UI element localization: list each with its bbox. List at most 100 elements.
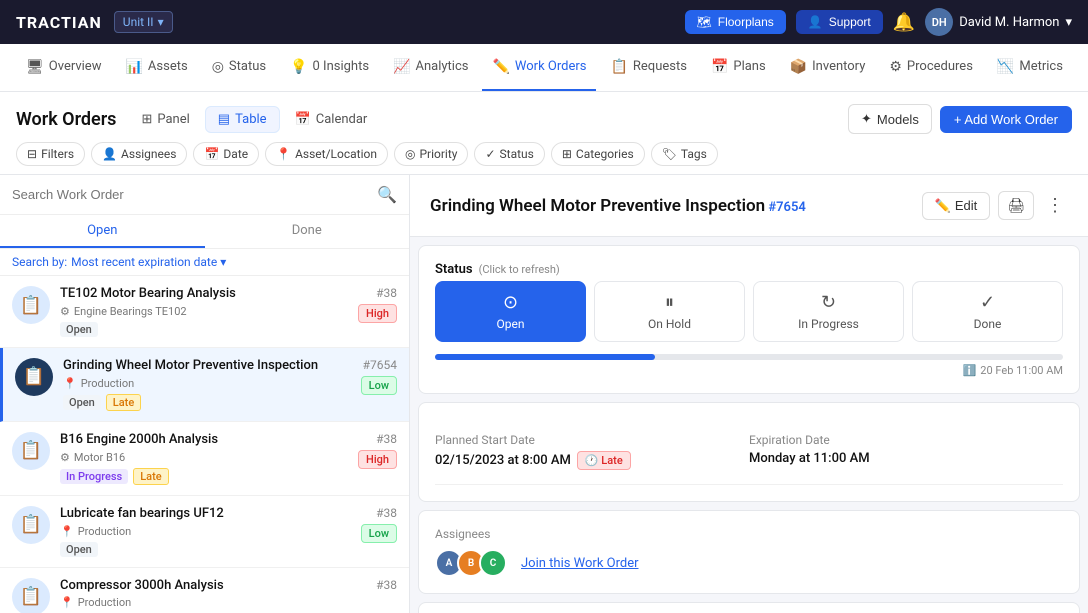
join-workorder-link[interactable]: Join this Work Order xyxy=(521,556,639,571)
tab-panel[interactable]: ⊞ Panel xyxy=(128,106,202,133)
tab-table[interactable]: ▤ Table xyxy=(205,106,280,133)
floorplans-icon: 🗺 xyxy=(697,15,712,29)
filter-chip-categories[interactable]: ⊞ Categories xyxy=(551,142,645,166)
wo-item-location: 📍 Production xyxy=(60,525,351,538)
filter-chip-assignees[interactable]: 👤 Assignees xyxy=(91,142,187,166)
overview-icon: 🖥 xyxy=(26,59,44,75)
wo-number: #38 xyxy=(376,578,397,592)
categories-filter-icon: ⊞ xyxy=(562,147,572,161)
analytics-icon: 📈 xyxy=(393,59,410,75)
expiration-cell: Expiration Date Monday at 11:00 AM xyxy=(749,419,1063,485)
wo-item-title: Compressor 3000h Analysis xyxy=(60,578,366,595)
wo-item-body: Lubricate fan bearings UF12 📍 Production… xyxy=(60,506,351,557)
print-icon: 🖨 xyxy=(1007,197,1025,213)
status-icon: ◎ xyxy=(212,59,224,75)
status-tab-onhold[interactable]: ⏸ On Hold xyxy=(594,281,745,342)
wo-list: 📋 TE102 Motor Bearing Analysis ⚙ Engine … xyxy=(0,276,409,613)
user-chevron-icon: ▾ xyxy=(1065,15,1072,30)
wo-actions: ✦ Models + Add Work Order xyxy=(848,104,1072,134)
user-name: David M. Harmon xyxy=(959,15,1059,30)
tab-open[interactable]: Open xyxy=(0,215,205,248)
nav-label-workorders: Work Orders xyxy=(515,59,587,74)
filter-bar: ⊟ Filters 👤 Assignees 📅 Date 📍 Asset/Loc… xyxy=(0,134,1088,175)
filter-chip-status[interactable]: ✓ Status xyxy=(474,142,544,166)
filter-chip-priority[interactable]: ◎ Priority xyxy=(394,142,468,166)
status-tab-inprogress[interactable]: ↻ In Progress xyxy=(753,281,904,342)
add-workorder-button[interactable]: + Add Work Order xyxy=(940,106,1072,133)
wo-item-tags: Open xyxy=(60,322,348,337)
status-tabs: ⊙ Open ⏸ On Hold ↻ In Progress ✓ Done xyxy=(435,281,1063,342)
tab-done[interactable]: Done xyxy=(205,215,410,248)
nav-item-inventory[interactable]: 📦 Inventory xyxy=(780,44,876,91)
expiration-value: Monday at 11:00 AM xyxy=(749,451,1063,466)
sort-bar: Search by: Most recent expiration date ▾ xyxy=(0,249,409,276)
unit-label: Unit II xyxy=(123,15,154,29)
filter-chip-date[interactable]: 📅 Date xyxy=(193,142,259,166)
filter-chip-tags[interactable]: 🏷 Tags xyxy=(651,142,718,166)
edit-button[interactable]: ✏️ Edit xyxy=(922,192,991,220)
wo-item-right: #38 Low xyxy=(361,506,397,543)
nav-item-procedures[interactable]: ⚙ Procedures xyxy=(879,44,983,91)
wo-item-tags: Open Late xyxy=(63,394,351,411)
planned-start-label: Planned Start Date xyxy=(435,433,729,447)
edit-icon: ✏️ xyxy=(935,198,951,214)
location-icon: 📍 xyxy=(63,377,77,390)
floorplans-button[interactable]: 🗺 Floorplans xyxy=(685,10,786,34)
filter-chip-filters[interactable]: ⊟ Filters xyxy=(16,142,85,166)
support-button[interactable]: 👤 Support xyxy=(796,10,883,34)
top-bar: TRACTIAN Unit II ▾ 🗺 Floorplans 👤 Suppor… xyxy=(0,0,1088,44)
nav-item-status[interactable]: ◎ Status xyxy=(202,44,276,91)
more-button[interactable]: ⋮ xyxy=(1042,193,1068,218)
main-nav: 🖥 Overview 📊 Assets ◎ Status 💡 0 Insight… xyxy=(0,44,1088,92)
nav-item-analytics[interactable]: 📈 Analytics xyxy=(383,44,478,91)
list-item[interactable]: 📋 Grinding Wheel Motor Preventive Inspec… xyxy=(0,348,409,422)
priority-filter-icon: ◎ xyxy=(405,147,415,161)
nav-item-plans[interactable]: 📅 Plans xyxy=(701,44,776,91)
detail-actions: ✏️ Edit 🖨 ⋮ xyxy=(922,191,1068,220)
tags-filter-icon: 🏷 xyxy=(662,147,677,161)
nav-item-overview[interactable]: 🖥 Overview xyxy=(16,44,111,91)
nav-item-requests[interactable]: 📋 Requests xyxy=(600,44,696,91)
nav-item-insights[interactable]: 💡 0 Insights xyxy=(280,44,379,91)
metrics-icon: 📉 xyxy=(997,59,1014,75)
assignees-filter-icon: 👤 xyxy=(102,147,117,161)
list-item[interactable]: 📋 Lubricate fan bearings UF12 📍 Producti… xyxy=(0,496,409,568)
onhold-icon: ⏸ xyxy=(665,292,674,313)
wo-header: Work Orders ⊞ Panel ▤ Table 📅 Calendar ✦ xyxy=(0,92,1088,134)
nav-item-assets[interactable]: 📊 Assets xyxy=(115,44,197,91)
models-button[interactable]: ✦ Models xyxy=(848,104,932,134)
procedures-icon: ⚙ xyxy=(889,59,902,75)
calendar-icon: 📅 xyxy=(295,112,311,127)
status-badge: In Progress xyxy=(60,469,128,484)
nav-item-workorders[interactable]: ✏️ Work Orders xyxy=(482,44,596,91)
wo-item-body: TE102 Motor Bearing Analysis ⚙ Engine Be… xyxy=(60,286,348,337)
priority-badge: Low xyxy=(361,524,397,543)
status-tab-done[interactable]: ✓ Done xyxy=(912,281,1063,342)
location-icon: ⚙ xyxy=(60,305,70,318)
status-badge: Open xyxy=(60,542,98,557)
nav-label-status: Status xyxy=(229,59,266,74)
sort-value[interactable]: Most recent expiration date ▾ xyxy=(71,255,226,269)
status-section-title: Status xyxy=(435,262,473,277)
list-item[interactable]: 📋 Compressor 3000h Analysis 📍 Production… xyxy=(0,568,409,613)
print-button[interactable]: 🖨 xyxy=(998,191,1034,220)
nav-item-reports[interactable]: 📄 Reports xyxy=(1077,44,1088,91)
filter-chip-asset-location[interactable]: 📍 Asset/Location xyxy=(265,142,388,166)
list-item[interactable]: 📋 TE102 Motor Bearing Analysis ⚙ Engine … xyxy=(0,276,409,348)
wo-item-title: Grinding Wheel Motor Preventive Inspecti… xyxy=(63,358,351,375)
status-section: Status (Click to refresh) ⊙ Open ⏸ On Ho… xyxy=(418,245,1080,394)
categories-section: Categories Reactive Inspection Electrica… xyxy=(418,602,1080,613)
notifications-icon[interactable]: 🔔 xyxy=(893,12,915,33)
workorders-icon: ✏️ xyxy=(492,59,509,75)
logo: TRACTIAN xyxy=(16,13,102,32)
date-filter-icon: 📅 xyxy=(204,147,219,161)
tab-calendar[interactable]: 📅 Calendar xyxy=(282,106,381,133)
nav-item-metrics[interactable]: 📉 Metrics xyxy=(987,44,1073,91)
search-input[interactable] xyxy=(12,187,369,202)
chevron-down-icon: ▾ xyxy=(158,15,164,29)
unit-selector[interactable]: Unit II ▾ xyxy=(114,11,173,33)
list-item[interactable]: 📋 B16 Engine 2000h Analysis ⚙ Motor B16 … xyxy=(0,422,409,496)
status-tab-open[interactable]: ⊙ Open xyxy=(435,281,586,342)
detail-title-area: Grinding Wheel Motor Preventive Inspecti… xyxy=(430,196,806,216)
user-menu[interactable]: DH David M. Harmon ▾ xyxy=(925,8,1072,36)
